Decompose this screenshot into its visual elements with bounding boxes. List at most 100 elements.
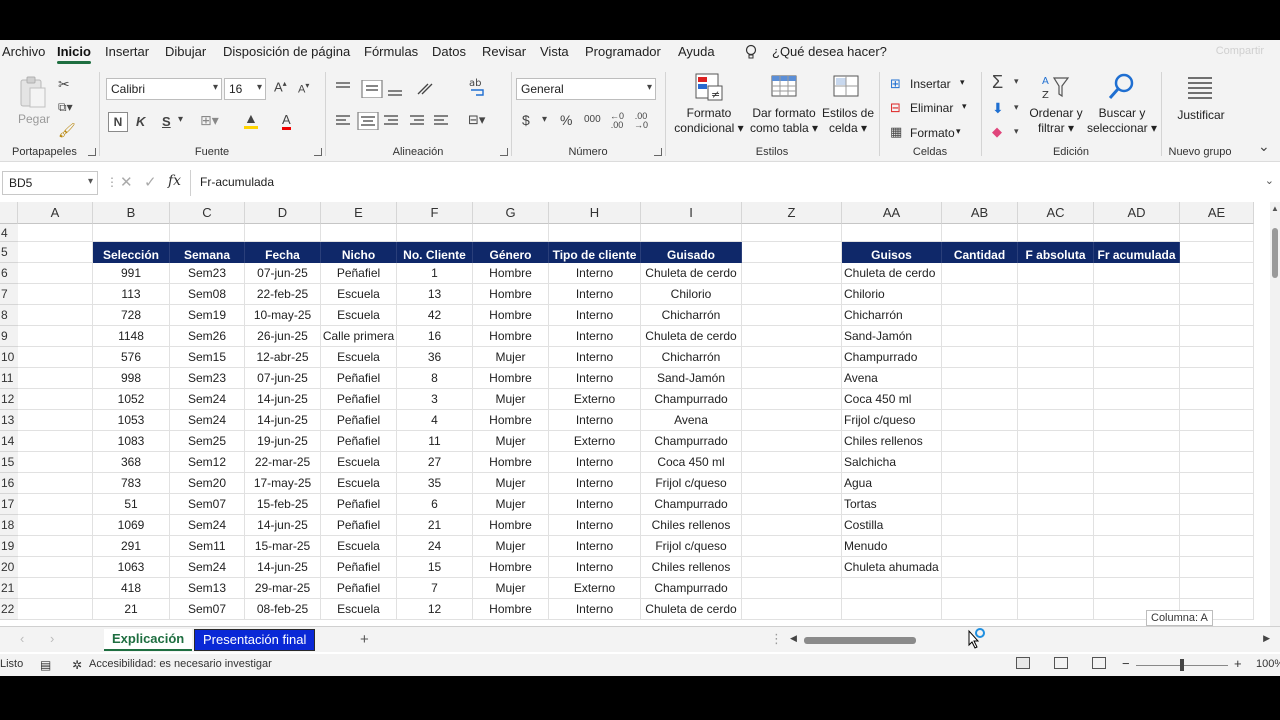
table-cell[interactable]: Sem07 [170,494,245,515]
grid-cell[interactable] [1180,494,1254,515]
tab-dibujar[interactable]: Dibujar [165,44,206,59]
vertical-scroll-thumb[interactable] [1272,228,1278,278]
grid-cell[interactable] [742,263,842,284]
table-cell[interactable]: Chiles rellenos [641,515,742,536]
table-cell[interactable]: 1083 [93,431,170,452]
grid-cell[interactable] [18,515,93,536]
table-cell[interactable]: Escuela [321,599,397,620]
cancel-icon[interactable]: ✕ [120,173,133,191]
grid-cell[interactable] [245,224,321,242]
accessibility-icon[interactable]: ✲ [72,658,82,672]
grid-cell[interactable] [1094,284,1180,305]
row-header[interactable]: 19 [0,536,18,557]
column-header-ae[interactable]: AE [1180,202,1254,224]
table-cell[interactable]: Interno [549,305,641,326]
grid-cell[interactable] [1180,326,1254,347]
decrease-decimal-icon[interactable]: .00 →0 [634,112,648,130]
table-cell[interactable]: 24 [397,536,473,557]
tab-disposicion[interactable]: Disposición de página [223,44,350,59]
column-header-ad[interactable]: AD [1094,202,1180,224]
table-cell[interactable]: 07-jun-25 [245,368,321,389]
table-cell[interactable]: 14-jun-25 [245,410,321,431]
increase-font-icon[interactable]: A▴ [274,79,287,94]
summary-item-cell[interactable]: Chiles rellenos [842,431,942,452]
table-cell[interactable]: Mujer [473,473,549,494]
grid-cell[interactable] [18,347,93,368]
grid-cell[interactable] [1180,515,1254,536]
grid-cell[interactable] [1094,515,1180,536]
table-cell[interactable]: 19-jun-25 [245,431,321,452]
table-cell[interactable]: Interno [549,410,641,431]
justify-button[interactable]: Justificar [1166,108,1236,123]
table-cell[interactable]: 14-jun-25 [245,515,321,536]
grid-cell[interactable] [942,410,1018,431]
grid-cell[interactable] [1094,305,1180,326]
grid-cell[interactable] [742,326,842,347]
format-as-table-icon[interactable] [770,72,800,102]
grid-cell[interactable] [742,242,842,263]
table-cell[interactable]: Sem24 [170,389,245,410]
table-cell[interactable]: 13 [397,284,473,305]
table-cell[interactable]: Escuela [321,347,397,368]
table-cell[interactable]: 15 [397,557,473,578]
row-header[interactable]: 18 [0,515,18,536]
zoom-slider-thumb[interactable] [1180,659,1184,671]
grid-cell[interactable] [1180,263,1254,284]
row-header[interactable]: 15 [0,452,18,473]
table-cell[interactable]: Interno [549,494,641,515]
table-cell[interactable]: Sem20 [170,473,245,494]
table-cell[interactable]: 07-jun-25 [245,263,321,284]
cut-icon[interactable]: ✂ [58,76,70,93]
paste-icon[interactable] [18,76,48,110]
table-cell[interactable]: Interno [549,452,641,473]
table-cell[interactable]: Peñafiel [321,368,397,389]
grid-cell[interactable] [18,242,93,263]
grid-cell[interactable] [942,578,1018,599]
grid-cell[interactable] [842,224,942,242]
table-cell[interactable]: Chuleta de cerdo [641,263,742,284]
table-cell[interactable]: Escuela [321,305,397,326]
underline-button[interactable]: S [162,114,171,129]
table-cell[interactable]: 1 [397,263,473,284]
tabs-split-grip[interactable]: ⋮ [770,631,783,647]
table-cell[interactable]: Champurrado [641,389,742,410]
wrap-text-icon[interactable]: ab [468,76,488,98]
prev-sheet-icon[interactable]: ‹ [20,631,24,646]
table-cell[interactable]: Sem24 [170,557,245,578]
table-cell[interactable]: Sem19 [170,305,245,326]
table-cell[interactable]: Externo [549,431,641,452]
table-cell[interactable]: Interno [549,263,641,284]
paste-button[interactable]: Pegar [18,112,50,127]
tab-vista[interactable]: Vista [540,44,569,59]
table-cell[interactable]: 08-feb-25 [245,599,321,620]
table-cell[interactable]: Chuleta de cerdo [641,326,742,347]
table-cell[interactable]: 26-jun-25 [245,326,321,347]
table-cell[interactable]: Mujer [473,431,549,452]
grid-cell[interactable] [942,515,1018,536]
insert-dropdown-icon[interactable]: ▾ [960,77,965,88]
grid-cell[interactable] [641,224,742,242]
row-header[interactable]: 13 [0,410,18,431]
zoom-level[interactable]: 100% [1256,658,1280,670]
grid-cell[interactable] [18,263,93,284]
table-cell[interactable]: 8 [397,368,473,389]
grid-cell[interactable] [1018,368,1094,389]
accessibility-status[interactable]: Accesibilidad: es necesario investigar [89,658,272,670]
grid-cell[interactable] [1094,431,1180,452]
column-header-ac[interactable]: AC [1018,202,1094,224]
table-cell[interactable]: Chiles rellenos [641,557,742,578]
table-cell[interactable]: 576 [93,347,170,368]
grid-cell[interactable] [942,452,1018,473]
row-header[interactable]: 22 [0,599,18,620]
table-cell[interactable]: Sem26 [170,326,245,347]
grid-cell[interactable] [1018,347,1094,368]
grid-cell[interactable] [742,578,842,599]
table-cell[interactable]: Escuela [321,284,397,305]
summary-item-cell[interactable]: Chilorio [842,284,942,305]
enter-icon[interactable]: ✓ [144,173,157,191]
grid-cell[interactable] [18,452,93,473]
table-cell[interactable]: 291 [93,536,170,557]
grid-cell[interactable] [1094,410,1180,431]
grid-cell[interactable] [942,305,1018,326]
justify-icon[interactable] [1186,74,1214,100]
